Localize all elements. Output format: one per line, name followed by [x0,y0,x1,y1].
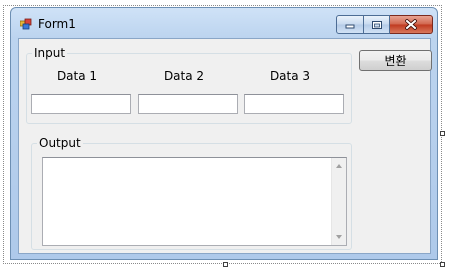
designer-surface: Form1 Input Data 1 Data 2 Data 3 Output … [0,0,449,272]
resize-handle-bottom[interactable] [223,262,228,267]
title-bar[interactable]: Form1 [11,8,437,38]
data1-input[interactable] [31,94,131,114]
output-textarea[interactable] [42,157,347,246]
input-group-label: Input [32,46,68,60]
form-client-area: Input Data 1 Data 2 Data 3 Output 변환 [18,38,432,254]
output-group-label: Output [37,136,83,150]
window-title: Form1 [38,17,76,31]
data3-input[interactable] [244,94,344,114]
resize-handle-corner[interactable] [440,262,445,267]
close-button[interactable] [390,15,433,34]
maximize-icon [371,20,382,29]
app-icon [20,18,32,30]
output-scrollbar[interactable] [331,158,346,245]
minimize-icon [345,24,355,28]
minimize-button[interactable] [336,15,364,34]
output-groupbox: Output [31,136,352,250]
scroll-up-arrow-icon[interactable] [336,164,342,168]
data2-input[interactable] [138,94,238,114]
input-groupbox: Input Data 1 Data 2 Data 3 [26,46,352,124]
convert-button[interactable]: 변환 [359,50,432,71]
resize-handle-right[interactable] [440,131,445,136]
scroll-down-arrow-icon[interactable] [336,235,342,239]
data1-label: Data 1 [56,69,98,83]
data3-label: Data 3 [269,69,311,83]
close-icon [405,19,417,30]
form-window[interactable]: Form1 Input Data 1 Data 2 Data 3 Output … [10,7,438,260]
caption-buttons [336,15,433,34]
data2-label: Data 2 [163,69,205,83]
maximize-button[interactable] [364,15,390,34]
